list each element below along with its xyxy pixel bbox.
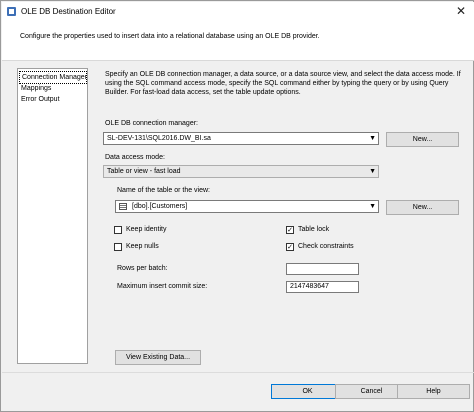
new-connection-button[interactable]: New...	[386, 132, 459, 147]
nav-item-error-output[interactable]: Error Output	[19, 94, 85, 105]
window-title: OLE DB Destination Editor	[21, 7, 116, 16]
check-constraints-checkbox[interactable]: ✓	[286, 243, 294, 251]
ok-button[interactable]: OK	[271, 384, 344, 399]
max-commit-label: Maximum insert commit size:	[117, 283, 208, 290]
table-lock-label: Table lock	[298, 226, 330, 233]
table-lock-checkbox[interactable]: ✓	[286, 226, 294, 234]
app-icon	[7, 7, 16, 16]
check-icon: ✓	[287, 227, 293, 234]
table-icon	[119, 203, 127, 210]
access-mode-select[interactable]: Table or view - fast load ▼	[103, 165, 379, 178]
title-bar: OLE DB Destination Editor ✕	[2, 2, 474, 22]
rows-per-batch-label: Rows per batch:	[117, 265, 168, 272]
close-icon[interactable]: ✕	[454, 4, 468, 18]
page-description: Specify an OLE DB connection manager, a …	[105, 71, 461, 96]
connection-manager-select[interactable]: SL-DEV-131\SQL2016.DW_BI.sa ▼	[103, 132, 379, 145]
footer-divider	[2, 372, 474, 373]
new-table-button[interactable]: New...	[386, 200, 459, 215]
table-value: [dbo].[Customers]	[132, 203, 188, 210]
header-description: Configure the properties used to insert …	[20, 33, 320, 40]
access-mode-label: Data access mode:	[105, 154, 165, 161]
view-existing-data-button[interactable]: View Existing Data...	[115, 350, 201, 365]
dropdown-arrow-icon: ▼	[369, 135, 376, 142]
keep-nulls-checkbox[interactable]	[114, 243, 122, 251]
max-commit-input[interactable]: 2147483647	[286, 281, 359, 293]
keep-nulls-label: Keep nulls	[126, 243, 159, 250]
dialog-window: OLE DB Destination Editor ✕ Configure th…	[0, 0, 474, 412]
dropdown-arrow-icon: ▼	[369, 203, 376, 210]
access-mode-value: Table or view - fast load	[107, 168, 181, 175]
check-constraints-label: Check constraints	[298, 243, 354, 250]
connection-label: OLE DB connection manager:	[105, 120, 198, 127]
keep-identity-checkbox[interactable]	[114, 226, 122, 234]
dropdown-arrow-icon: ▼	[369, 168, 376, 175]
rows-per-batch-input[interactable]	[286, 263, 359, 275]
connection-value: SL-DEV-131\SQL2016.DW_BI.sa	[107, 135, 211, 142]
nav-item-mappings[interactable]: Mappings	[19, 83, 85, 94]
nav-list: Connection Manager Mappings Error Output	[17, 68, 88, 364]
dialog-header: Configure the properties used to insert …	[2, 22, 474, 61]
help-button[interactable]: Help	[397, 384, 470, 399]
table-select[interactable]: [dbo].[Customers] ▼	[115, 200, 379, 213]
table-label: Name of the table or the view:	[117, 187, 210, 194]
check-icon: ✓	[287, 244, 293, 251]
keep-identity-label: Keep identity	[126, 226, 167, 233]
